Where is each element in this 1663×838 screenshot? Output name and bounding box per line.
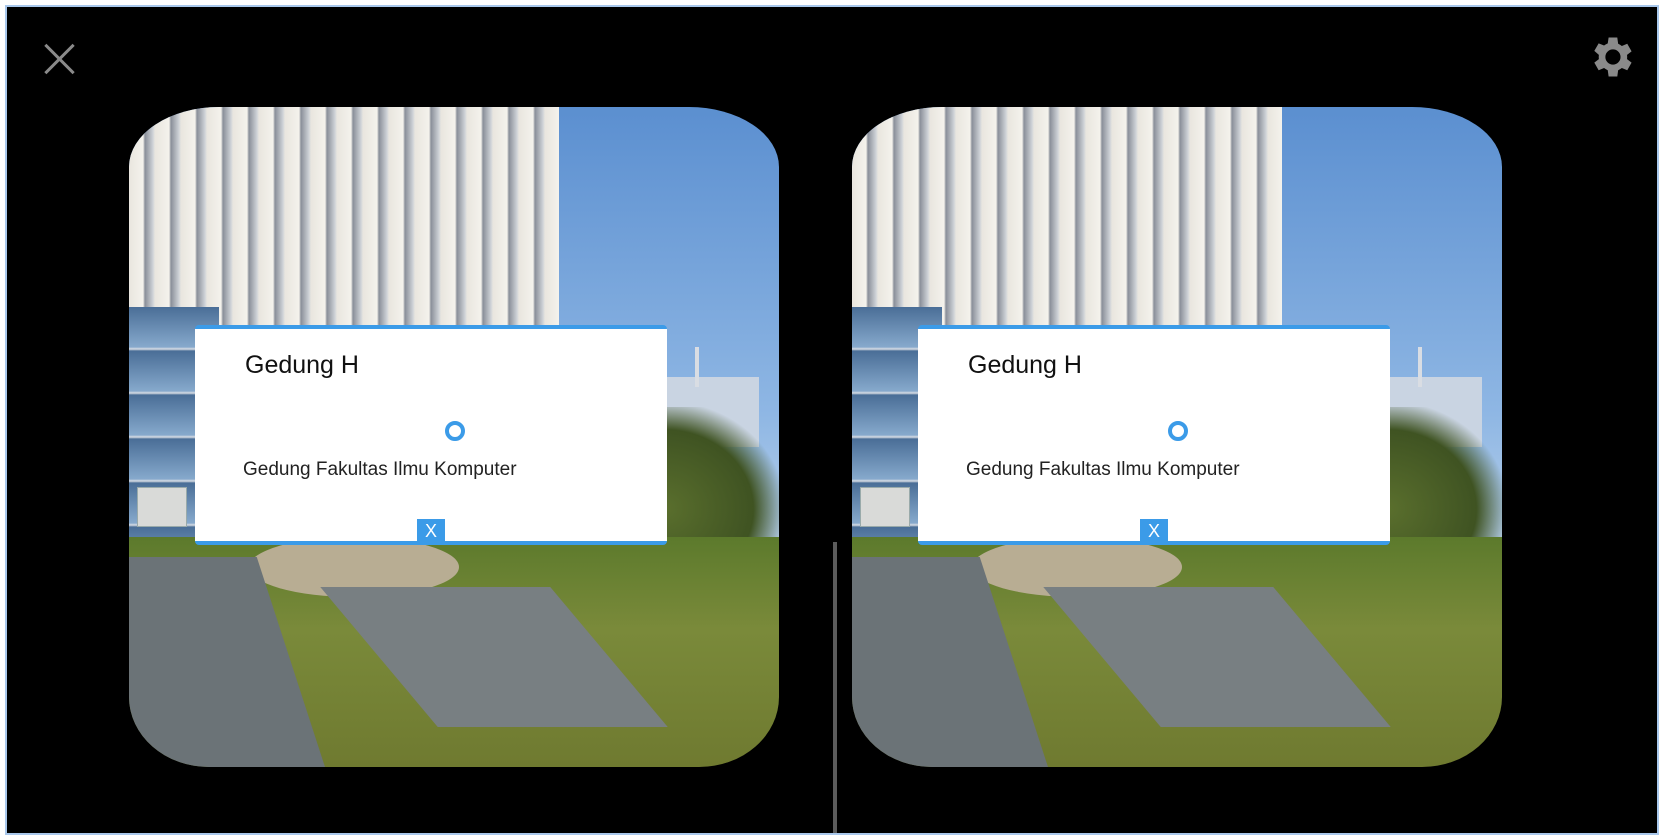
right-eye-view[interactable]: Gedung H Gedung Fakultas Ilmu Komputer X (852, 107, 1502, 767)
panel-title: Gedung H (968, 351, 1082, 379)
info-panel: Gedung H Gedung Fakultas Ilmu Komputer X (195, 325, 667, 545)
panel-close-button[interactable]: X (1140, 519, 1168, 543)
close-icon[interactable] (39, 39, 79, 79)
gaze-reticle-icon (1168, 421, 1188, 441)
gear-icon[interactable] (1585, 31, 1637, 83)
panel-title: Gedung H (245, 351, 359, 379)
info-panel: Gedung H Gedung Fakultas Ilmu Komputer X (918, 325, 1390, 545)
panel-description: Gedung Fakultas Ilmu Komputer (966, 459, 1240, 480)
ac-unit (860, 487, 910, 527)
panel-close-button[interactable]: X (417, 519, 445, 543)
gaze-reticle-icon (445, 421, 465, 441)
ac-unit (137, 487, 187, 527)
panel-description: Gedung Fakultas Ilmu Komputer (243, 459, 517, 480)
eye-divider (833, 542, 837, 833)
vr-viewer: Gedung H Gedung Fakultas Ilmu Komputer X… (5, 5, 1659, 835)
left-eye-view[interactable]: Gedung H Gedung Fakultas Ilmu Komputer X (129, 107, 779, 767)
antenna-mast (695, 347, 699, 387)
antenna-mast (1418, 347, 1422, 387)
